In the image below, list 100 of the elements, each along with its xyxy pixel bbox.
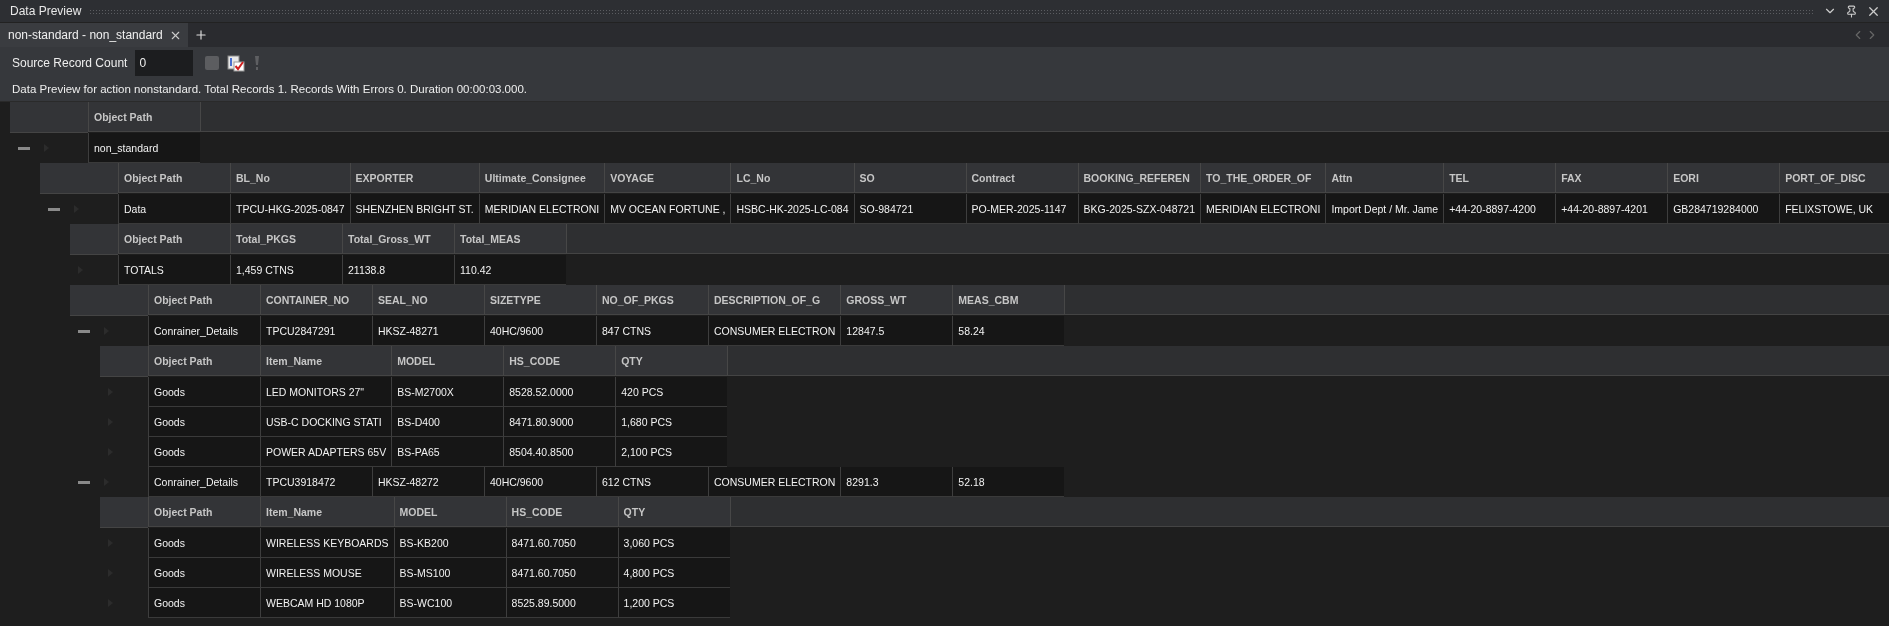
table-cell: TOTALS [118, 255, 230, 285]
column-header[interactable]: PORT_OF_DISC [1779, 163, 1889, 193]
table-cell: Conrainer_Details [148, 316, 260, 346]
column-header[interactable]: Total_Gross_WT [342, 224, 454, 254]
status-message: Data Preview for action nonstandard. Total Records 1. Records With Errors 0. Duration 00:00:03.000. [0, 79, 1889, 102]
column-header[interactable]: HS_CODE [505, 497, 618, 527]
table-cell: LED MONITORS 27" [260, 377, 392, 407]
column-header[interactable]: Object Path [88, 102, 200, 132]
column-header[interactable]: EORI [1667, 163, 1780, 193]
table-cell: BKG-2025-SZX-048721 [1077, 194, 1200, 224]
table-cell: BS-PA65 [391, 437, 504, 467]
table-cell: Data [118, 194, 230, 224]
table-cell: HKSZ-48272 [372, 467, 484, 497]
column-header[interactable]: GROSS_WT [840, 285, 953, 315]
table-cell: 12847.5 [840, 316, 953, 346]
table-cell: 420 PCS [615, 377, 728, 407]
table-cell: Goods [148, 558, 260, 588]
column-header[interactable]: Ultimate_Consignee [478, 163, 605, 193]
table-cell: +44-20-8897-4201 [1555, 194, 1668, 224]
table-cell: 1,680 PCS [615, 407, 728, 437]
field-label: Source Record Count [12, 56, 128, 70]
table-cell: non_standard [88, 133, 200, 163]
table-cell: MERIDIAN ELECTRONI [1200, 194, 1326, 224]
column-header[interactable]: Object Path [118, 163, 230, 193]
table-cell: HSBC-HK-2025-LC-084 [730, 194, 854, 224]
table-cell: CONSUMER ELECTRON [708, 467, 841, 497]
table-cell: 52.18 [952, 467, 1065, 497]
table-cell: 8471.60.7050 [505, 558, 618, 588]
table-cell: HKSZ-48271 [372, 316, 484, 346]
column-header[interactable]: SO [853, 163, 966, 193]
collapse-icon[interactable] [78, 329, 90, 333]
column-header[interactable]: MODEL [393, 497, 506, 527]
column-header[interactable]: QTY [615, 346, 728, 376]
table-cell: MERIDIAN ELECTRONI [478, 194, 605, 224]
column-header[interactable]: Object Path [148, 346, 260, 376]
column-header[interactable]: TEL [1443, 163, 1556, 193]
table-cell: Goods [148, 588, 260, 618]
column-header[interactable]: SEAL_NO [372, 285, 484, 315]
table-cell: 612 CTNS [596, 467, 708, 497]
header-corner [100, 346, 148, 377]
document-tab[interactable]: non-standard - non_standard [0, 23, 188, 47]
column-header[interactable]: FAX [1555, 163, 1668, 193]
header-corner [70, 224, 118, 255]
table-cell: 110.42 [454, 255, 566, 285]
table-cell: BS-D400 [391, 407, 504, 437]
column-header[interactable]: HS_CODE [503, 346, 616, 376]
table-cell: TPCU2847291 [260, 316, 372, 346]
column-header[interactable]: EXPORTER [349, 163, 479, 193]
column-header[interactable]: Object Path [148, 497, 260, 527]
add-tab-icon[interactable] [193, 28, 208, 42]
column-header[interactable]: Item_Name [260, 346, 392, 376]
column-header[interactable]: Object Path [118, 224, 230, 254]
collapse-icon[interactable] [78, 480, 90, 484]
column-header[interactable]: CONTAINER_NO [260, 285, 372, 315]
table-cell: Goods [148, 377, 260, 407]
column-header[interactable]: BOOKING_REFEREN [1077, 163, 1200, 193]
column-header[interactable]: MEAS_CBM [952, 285, 1065, 315]
header-corner [100, 497, 148, 528]
table-cell: USB-C DOCKING STATI [260, 407, 392, 437]
table-cell: SO-984721 [853, 194, 966, 224]
pin-icon[interactable] [1845, 4, 1858, 18]
table-cell: 8528.52.0000 [503, 377, 616, 407]
table-cell: 1,200 PCS [617, 588, 730, 618]
table-cell: Goods [148, 437, 260, 467]
panel-title: Data Preview [10, 4, 82, 18]
table-cell: BS-MS100 [393, 558, 506, 588]
table-cell: Goods [148, 528, 260, 558]
table-cell: BS-M2700X [391, 377, 504, 407]
column-header[interactable]: QTY [617, 497, 730, 527]
column-header[interactable]: TO_THE_ORDER_OF [1200, 163, 1326, 193]
table-cell: 4,800 PCS [617, 558, 730, 588]
collapse-icon[interactable] [48, 207, 60, 211]
column-header[interactable]: Total_PKGS [230, 224, 342, 254]
column-header[interactable]: BL_No [230, 163, 350, 193]
validate-icon[interactable] [227, 54, 246, 72]
column-header[interactable]: Contract [965, 163, 1078, 193]
table-cell: 8471.60.7050 [505, 528, 618, 558]
table-cell: Import Dept / Mr. Jame [1325, 194, 1444, 224]
column-header[interactable]: Item_Name [260, 497, 394, 527]
table-cell: WIRELESS MOUSE [260, 558, 394, 588]
table-cell: 3,060 PCS [617, 528, 730, 558]
record-count-field[interactable]: 0 [135, 50, 194, 76]
column-header[interactable]: Total_MEAS [454, 224, 566, 254]
column-header[interactable]: Object Path [148, 285, 260, 315]
column-header[interactable]: DESCRIPTION_OF_G [708, 285, 841, 315]
table-cell: BS-KB200 [393, 528, 506, 558]
table-cell: 58.24 [952, 316, 1065, 346]
table-cell: Conrainer_Details [148, 467, 260, 497]
collapse-icon[interactable] [18, 146, 30, 150]
table-cell: 8525.89.5000 [505, 588, 618, 618]
column-header[interactable]: Attn [1325, 163, 1444, 193]
table-cell: Goods [148, 407, 260, 437]
column-header[interactable]: NO_OF_PKGS [596, 285, 708, 315]
column-header[interactable]: LC_No [730, 163, 854, 193]
table-cell: CONSUMER ELECTRON [708, 316, 841, 346]
column-header[interactable]: SIZETYPE [484, 285, 596, 315]
column-header[interactable]: VOYAGE [604, 163, 731, 193]
table-cell: 1,459 CTNS [230, 255, 342, 285]
column-header[interactable]: MODEL [391, 346, 504, 376]
table-cell: 8291.3 [840, 467, 953, 497]
